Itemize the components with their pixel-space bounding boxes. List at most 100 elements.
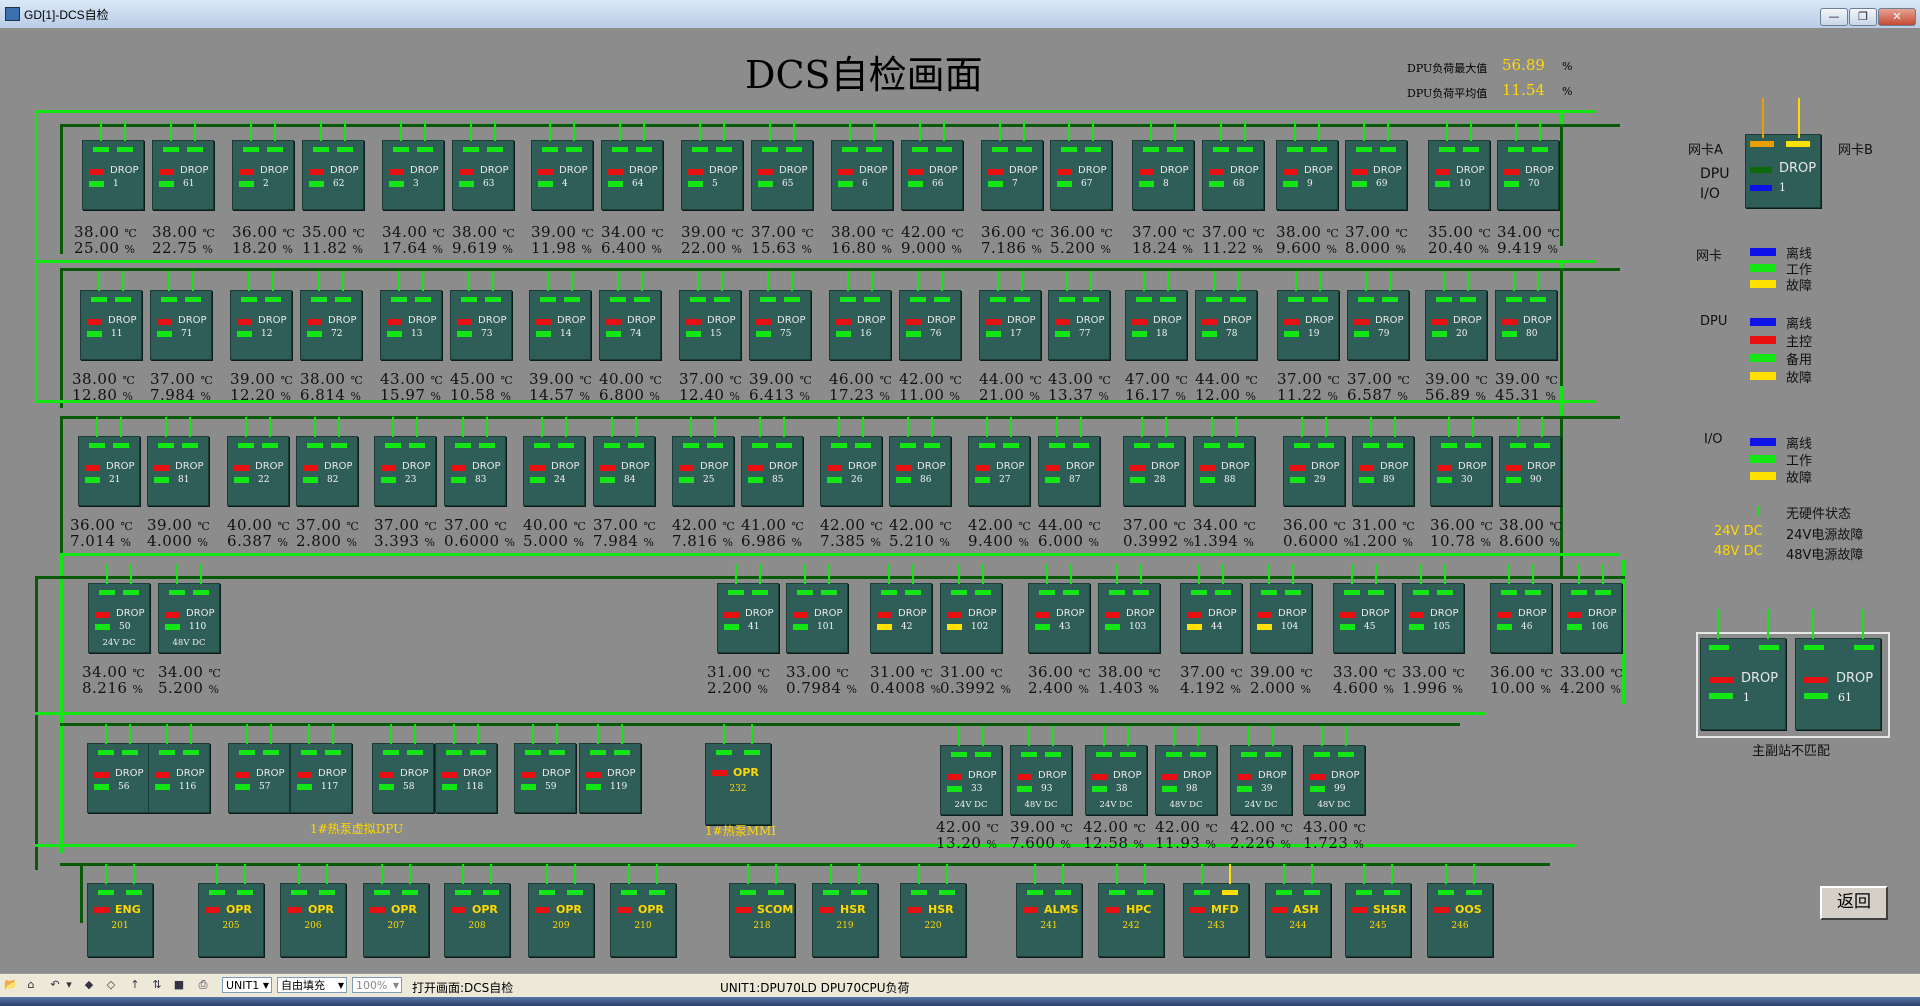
device-drop-29[interactable]: DROP 29 (1283, 417, 1345, 506)
device-drop-24[interactable]: DROP 24 (523, 417, 585, 506)
prev-icon[interactable]: ◆ (82, 978, 96, 992)
device-hpc-242[interactable]: HPC 242 (1098, 864, 1164, 957)
device-hsr-219[interactable]: HSR 219 (812, 864, 878, 957)
device-drop-56[interactable]: DROP 56 (87, 724, 149, 813)
device-drop-85[interactable]: DROP 85 (741, 417, 803, 506)
device-drop-63[interactable]: DROP 63 (452, 121, 514, 210)
device-drop-106[interactable]: DROP 106 (1560, 564, 1622, 653)
device-drop-28[interactable]: DROP 28 (1123, 417, 1185, 506)
device-drop-82[interactable]: DROP 82 (296, 417, 358, 506)
device-opr-232[interactable]: OPR 232 (705, 724, 771, 825)
device-drop-65[interactable]: DROP 65 (751, 121, 813, 210)
device-drop-30[interactable]: DROP 30 (1430, 417, 1492, 506)
device-drop-18[interactable]: DROP 18 (1125, 271, 1187, 360)
device-drop-3[interactable]: DROP 3 (382, 121, 444, 210)
device-drop-116[interactable]: DROP 116 (148, 724, 210, 813)
device-drop-57[interactable]: DROP 57 (228, 724, 290, 813)
device-drop-90[interactable]: DROP 90 (1499, 417, 1561, 506)
device-drop-102[interactable]: DROP 102 (940, 564, 1002, 653)
device-drop-74[interactable]: DROP 74 (599, 271, 661, 360)
device-drop-44[interactable]: DROP 44 (1180, 564, 1242, 653)
device-drop-61[interactable]: DROP 61 (152, 121, 214, 210)
device-drop-105[interactable]: DROP 105 (1402, 564, 1464, 653)
device-drop-84[interactable]: DROP 84 (593, 417, 655, 506)
device-drop-6[interactable]: DROP 6 (831, 121, 893, 210)
device-drop-16[interactable]: DROP 16 (829, 271, 891, 360)
device-drop-78[interactable]: DROP 78 (1195, 271, 1257, 360)
up-icon[interactable]: ↑ (128, 978, 142, 992)
device-drop-80[interactable]: DROP 80 (1495, 271, 1557, 360)
device-drop-21[interactable]: DROP 21 (78, 417, 140, 506)
device-drop-118[interactable]: DROP 118 (435, 724, 497, 813)
device-drop-22[interactable]: DROP 22 (227, 417, 289, 506)
device-drop-14[interactable]: DROP 14 (529, 271, 591, 360)
device-drop-67[interactable]: DROP 67 (1050, 121, 1112, 210)
device-opr-208[interactable]: OPR 208 (444, 864, 510, 957)
device-opr-210[interactable]: OPR 210 (610, 864, 676, 957)
device-ash-244[interactable]: ASH 244 (1265, 864, 1331, 957)
device-alms-241[interactable]: ALMS 241 (1016, 864, 1082, 957)
device-drop-27[interactable]: DROP 27 (968, 417, 1030, 506)
next-icon[interactable]: ◇ (104, 978, 118, 992)
device-drop-77[interactable]: DROP 77 (1048, 271, 1110, 360)
device-drop-42[interactable]: DROP 42 (870, 564, 932, 653)
device-drop-38[interactable]: DROP 38 24V DC (1085, 726, 1147, 815)
device-drop-17[interactable]: DROP 17 (979, 271, 1041, 360)
sort-icon[interactable]: ⇅ (150, 978, 164, 992)
device-drop-110[interactable]: DROP 110 48V DC (158, 564, 220, 653)
device-drop-88[interactable]: DROP 88 (1193, 417, 1255, 506)
device-drop-59[interactable]: DROP 59 (514, 724, 576, 813)
device-drop-76[interactable]: DROP 76 (899, 271, 961, 360)
device-drop-66[interactable]: DROP 66 (901, 121, 963, 210)
device-mfd-243[interactable]: MFD 243 (1183, 864, 1249, 957)
device-drop-2[interactable]: DROP 2 (232, 121, 294, 210)
device-opr-206[interactable]: OPR 206 (280, 864, 346, 957)
back-button[interactable]: 返回 (1820, 886, 1888, 920)
device-drop-50[interactable]: DROP 50 24V DC (88, 564, 150, 653)
device-drop-7[interactable]: DROP 7 (981, 121, 1043, 210)
device-drop-104[interactable]: DROP 104 (1250, 564, 1312, 653)
device-drop-26[interactable]: DROP 26 (820, 417, 882, 506)
device-drop-43[interactable]: DROP 43 (1028, 564, 1090, 653)
device-drop-13[interactable]: DROP 13 (380, 271, 442, 360)
device-drop-25[interactable]: DROP 25 (672, 417, 734, 506)
device-drop-41[interactable]: DROP 41 (717, 564, 779, 653)
device-drop-5[interactable]: DROP 5 (681, 121, 743, 210)
device-drop-39[interactable]: DROP 39 24V DC (1230, 726, 1292, 815)
device-drop-46[interactable]: DROP 46 (1490, 564, 1552, 653)
device-drop-117[interactable]: DROP 117 (290, 724, 352, 813)
device-drop-12[interactable]: DROP 12 (230, 271, 292, 360)
home-icon[interactable]: ⌂ (24, 978, 38, 992)
device-hsr-220[interactable]: HSR 220 (900, 864, 966, 957)
device-shsr-245[interactable]: SHSR 245 (1345, 864, 1411, 957)
device-drop-89[interactable]: DROP 89 (1352, 417, 1414, 506)
device-drop-99[interactable]: DROP 99 48V DC (1303, 726, 1365, 815)
device-drop-20[interactable]: DROP 20 (1425, 271, 1487, 360)
open-icon[interactable]: 📂 (4, 978, 18, 992)
zoom-select[interactable]: 100% ▼ (352, 977, 402, 993)
device-drop-103[interactable]: DROP 103 (1098, 564, 1160, 653)
device-drop-15[interactable]: DROP 15 (679, 271, 741, 360)
device-drop-68[interactable]: DROP 68 (1202, 121, 1264, 210)
device-drop-83[interactable]: DROP 83 (444, 417, 506, 506)
device-opr-205[interactable]: OPR 205 (198, 864, 264, 957)
device-oos-246[interactable]: OOS 246 (1427, 864, 1493, 957)
undo-icon[interactable]: ↶ (48, 978, 62, 992)
device-drop-98[interactable]: DROP 98 48V DC (1155, 726, 1217, 815)
device-drop-71[interactable]: DROP 71 (150, 271, 212, 360)
device-drop-93[interactable]: DROP 93 48V DC (1010, 726, 1072, 815)
device-eng-201[interactable]: ENG 201 (87, 864, 153, 957)
device-drop-69[interactable]: DROP 69 (1345, 121, 1407, 210)
device-drop-70[interactable]: DROP 70 (1497, 121, 1559, 210)
device-drop-101[interactable]: DROP 101 (786, 564, 848, 653)
device-drop-58[interactable]: DROP 58 (372, 724, 434, 813)
device-drop-45[interactable]: DROP 45 (1333, 564, 1395, 653)
minimize-button[interactable]: — (1820, 8, 1848, 26)
device-opr-209[interactable]: OPR 209 (528, 864, 594, 957)
device-drop-8[interactable]: DROP 8 (1132, 121, 1194, 210)
device-drop-81[interactable]: DROP 81 (147, 417, 209, 506)
device-scom-218[interactable]: SCOM 218 (729, 864, 795, 957)
device-drop-73[interactable]: DROP 73 (450, 271, 512, 360)
close-button[interactable]: ✕ (1878, 8, 1916, 26)
device-drop-64[interactable]: DROP 64 (601, 121, 663, 210)
